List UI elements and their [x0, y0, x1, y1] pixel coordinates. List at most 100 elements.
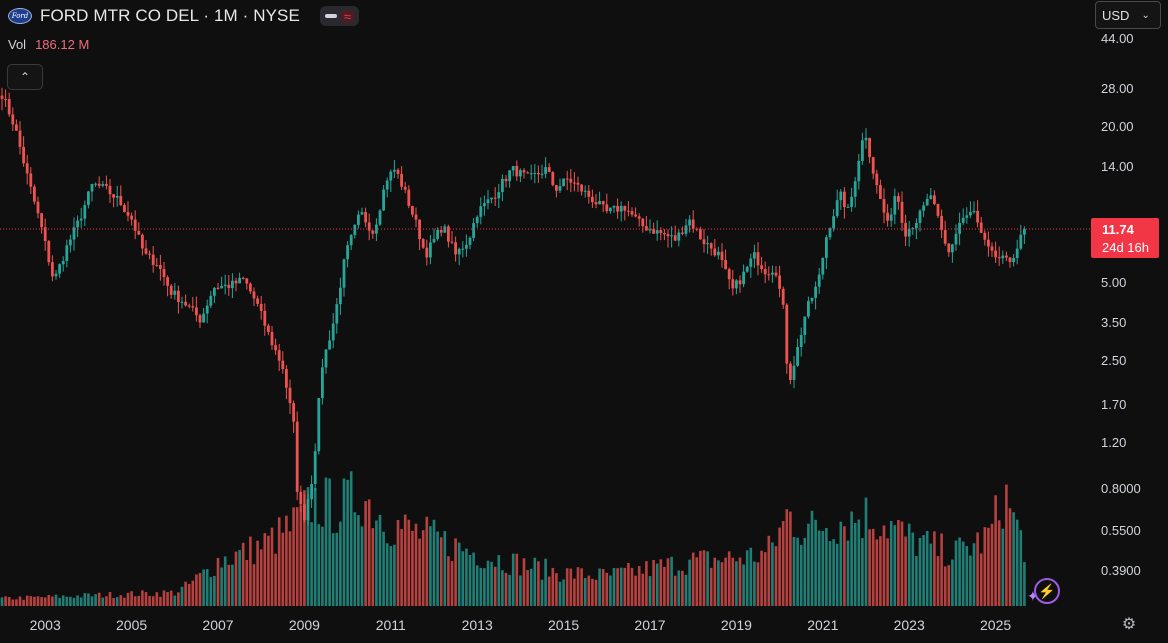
candle-body: [990, 246, 994, 251]
candle-body: [130, 215, 133, 220]
candle-body: [605, 204, 609, 212]
candle-body: [112, 194, 115, 198]
y-tick-label: 0.8000: [1101, 481, 1141, 496]
gear-icon[interactable]: ⚙: [1119, 614, 1139, 634]
candle-body: [414, 214, 418, 220]
volume-bar: [637, 566, 641, 606]
collapse-legend-button[interactable]: ⌃: [7, 64, 43, 90]
candle-body: [227, 284, 231, 289]
candle-body: [403, 186, 407, 190]
volume-bar: [756, 562, 760, 606]
volume-bar: [551, 567, 555, 606]
candle-body: [961, 217, 965, 223]
candle-body: [51, 262, 54, 277]
x-tick-label: 2013: [462, 617, 493, 633]
volume-bar: [767, 535, 771, 606]
volume-bar: [36, 596, 40, 606]
volume-bar: [537, 561, 540, 606]
volume-bar: [346, 479, 349, 606]
volume-bar: [1019, 530, 1023, 606]
candle-body: [339, 287, 342, 305]
candle-body: [306, 499, 310, 521]
candle-body: [238, 277, 241, 284]
currency-select[interactable]: USD ⌄: [1095, 1, 1161, 29]
volume-bar: [382, 531, 385, 606]
y-tick-label: 14.00: [1101, 159, 1134, 174]
candle-body: [533, 172, 537, 174]
volume-bar: [569, 568, 573, 606]
y-tick-label: 1.20: [1101, 435, 1126, 450]
candle-body: [648, 229, 652, 231]
candle-body: [69, 239, 72, 246]
candle-body: [83, 205, 87, 219]
volume-bar: [562, 579, 565, 606]
volume-bar: [810, 510, 814, 606]
volume-bar: [735, 561, 738, 606]
volume-bar: [479, 567, 483, 606]
candle-body: [634, 214, 637, 217]
wave-icon[interactable]: ≈: [340, 9, 355, 23]
candle-body: [713, 248, 717, 256]
y-tick-label: 1.70: [1101, 397, 1126, 412]
candle-body: [281, 360, 285, 370]
y-tick-label: 20.00: [1101, 119, 1134, 134]
volume-bar: [288, 531, 292, 606]
candle-body: [864, 137, 868, 141]
volume-bar: [375, 520, 378, 606]
candle-body: [421, 239, 425, 248]
volume-bar: [432, 519, 436, 606]
candle-body: [223, 284, 227, 286]
volume-legend: Vol 186.12 M: [8, 37, 89, 52]
price-chart[interactable]: 44.0028.0020.0014.007.005.003.502.501.70…: [0, 0, 1168, 643]
volume-bar: [900, 521, 904, 606]
volume-bar: [609, 575, 612, 606]
candle-body: [666, 234, 670, 237]
bolt-icon[interactable]: ⚡: [1034, 578, 1060, 604]
candle-body: [753, 252, 756, 259]
candle-body: [292, 403, 295, 422]
volume-bar: [940, 533, 943, 606]
volume-bar: [51, 596, 54, 606]
volume-bar: [911, 532, 915, 606]
volume-bar: [861, 538, 864, 606]
volume-bar: [483, 568, 486, 606]
candle-body: [177, 290, 180, 302]
candle-body: [702, 239, 706, 245]
volume-bar: [807, 523, 810, 606]
dash-icon[interactable]: [324, 14, 337, 18]
indicator-toggle[interactable]: ≈: [319, 6, 360, 26]
volume-label: Vol: [8, 37, 27, 52]
volume-bar: [411, 530, 414, 606]
symbol-title[interactable]: FORD MTR CO DEL · 1M · NYSE: [40, 6, 300, 26]
volume-bar: [918, 537, 922, 606]
volume-bar: [166, 592, 169, 606]
volume-bar: [393, 544, 396, 606]
y-tick-label: 5.00: [1101, 275, 1126, 290]
candle-body: [580, 184, 583, 192]
volume-bar: [335, 532, 339, 606]
volume-bar: [645, 561, 648, 606]
volume-bar: [141, 590, 144, 606]
volume-bar: [285, 515, 288, 606]
volume-bar: [396, 520, 400, 606]
candle-body: [663, 233, 666, 235]
volume-bar: [454, 538, 457, 606]
volume-bar: [832, 539, 835, 606]
candle-body: [364, 212, 367, 223]
volume-bar: [619, 567, 623, 606]
candle-body: [547, 167, 551, 173]
candle-body: [958, 222, 961, 234]
volume-bar: [486, 560, 490, 606]
volume-bar: [76, 595, 79, 606]
candle-body: [598, 201, 601, 205]
candle-body: [774, 272, 778, 276]
volume-bar: [835, 543, 839, 606]
candle-body: [115, 195, 119, 198]
volume-bar: [447, 556, 450, 606]
candle-body: [317, 398, 321, 452]
candle-body: [684, 225, 688, 234]
volume-bar: [202, 569, 205, 606]
candle-body: [54, 273, 58, 277]
candle-body: [497, 192, 501, 199]
volume-bar: [879, 536, 882, 606]
